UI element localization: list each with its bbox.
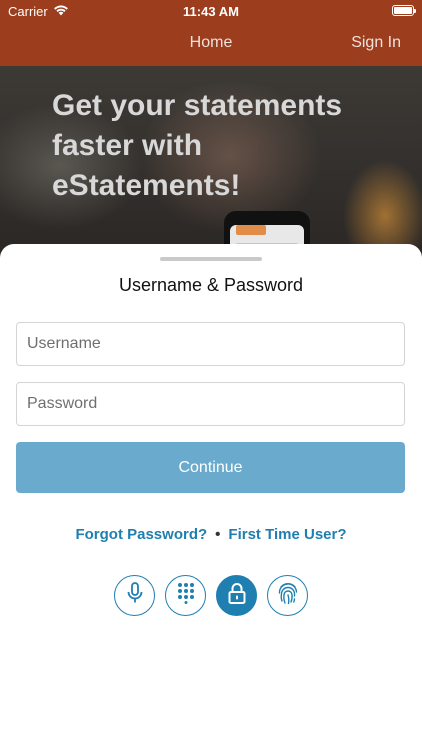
- keypad-icon: [177, 582, 195, 609]
- sign-in-button[interactable]: Sign In: [351, 34, 401, 52]
- voice-auth-button[interactable]: [114, 575, 155, 616]
- fingerprint-icon: [277, 581, 299, 610]
- login-sheet: Username & Password Continue Forgot Pass…: [0, 244, 422, 750]
- pin-auth-button[interactable]: [165, 575, 206, 616]
- status-bar: Carrier 11:43 AM: [0, 0, 422, 22]
- lock-icon: [228, 582, 246, 609]
- top-bar: Carrier 11:43 AM Home Sign In: [0, 0, 422, 66]
- login-title: Username & Password: [118, 275, 304, 295]
- password-field[interactable]: [16, 382, 405, 426]
- auth-method-selector: [0, 575, 422, 617]
- forgot-password-link[interactable]: Forgot Password?: [75, 526, 207, 543]
- first-time-user-link[interactable]: First Time User?: [228, 526, 346, 543]
- microphone-icon: [125, 582, 145, 609]
- sheet-grabber[interactable]: [160, 257, 262, 261]
- username-field[interactable]: [16, 322, 405, 366]
- battery-icon: [392, 5, 416, 16]
- hero-banner: Get your statements faster with eStateme…: [0, 66, 422, 266]
- continue-button[interactable]: Continue: [16, 442, 405, 493]
- password-auth-button[interactable]: [216, 575, 257, 616]
- link-separator: •: [215, 526, 221, 543]
- fingerprint-auth-button[interactable]: [267, 575, 308, 616]
- help-links: Forgot Password? • First Time User?: [0, 526, 422, 543]
- hero-headline: Get your statements faster with eStateme…: [52, 89, 343, 202]
- status-time: 11:43 AM: [183, 4, 239, 19]
